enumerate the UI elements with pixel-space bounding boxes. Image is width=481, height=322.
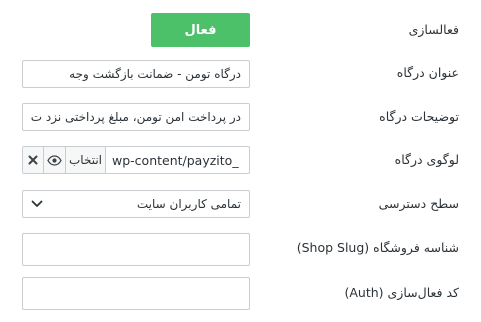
auth-code-label: کد فعال‌سازی (Auth) (344, 285, 459, 300)
gateway-description-field[interactable] (22, 103, 250, 131)
gateway-logo-label: لوگوی درگاه (394, 152, 459, 167)
activation-toggle-label: فعال (184, 22, 217, 38)
auth-code-field[interactable] (22, 277, 250, 310)
gateway-title-input[interactable] (23, 61, 249, 87)
auth-code-input[interactable] (23, 278, 249, 309)
logo-remove-button[interactable] (23, 147, 43, 173)
access-level-label: سطح دسترسی (378, 196, 459, 211)
gateway-title-label: عنوان درگاه (396, 65, 459, 80)
logo-path-input[interactable]: wp-content/payzito_ (105, 147, 249, 173)
logo-select-button[interactable]: انتخاب (65, 147, 105, 173)
activation-label: فعالسازی (408, 22, 459, 37)
gateway-logo-field: انتخاب wp-content/payzito_ (22, 146, 250, 174)
activation-toggle-button[interactable]: فعال (151, 13, 250, 47)
shop-slug-label: شناسه فروشگاه (Shop Slug) (296, 240, 459, 255)
gateway-title-field[interactable] (22, 60, 250, 88)
logo-view-button[interactable] (43, 147, 65, 173)
access-level-selected-value: تمامی کاربران سایت (136, 197, 241, 211)
gateway-description-label: توضیحات درگاه (379, 109, 459, 124)
shop-slug-input[interactable] (23, 234, 249, 265)
access-level-select[interactable]: تمامی کاربران سایت (22, 190, 250, 218)
chevron-down-icon (31, 200, 43, 207)
close-icon (28, 155, 38, 165)
payment-gateway-settings-form: فعالسازی فعال عنوان درگاه توضیحات درگاه … (0, 0, 481, 322)
gateway-description-input[interactable] (23, 104, 249, 130)
shop-slug-field[interactable] (22, 233, 250, 266)
eye-icon (47, 154, 62, 166)
